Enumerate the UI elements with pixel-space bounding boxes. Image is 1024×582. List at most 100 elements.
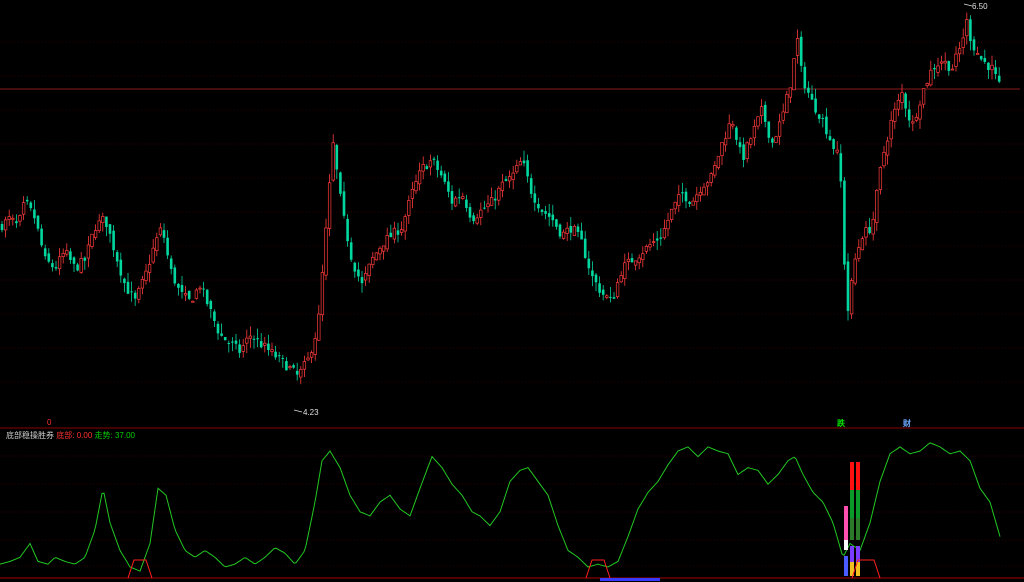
candle-body-down	[580, 230, 583, 240]
candle-body-down	[803, 66, 807, 89]
candle-body-down	[223, 337, 227, 341]
candle-body-down	[799, 36, 803, 66]
candle-body-down	[259, 341, 263, 348]
candle-body-down	[346, 218, 349, 242]
candle-body-up	[515, 165, 519, 173]
candle-body-down	[83, 257, 87, 261]
candle-body-down	[25, 199, 29, 202]
candle-body-down	[742, 144, 745, 160]
candle-body-up	[702, 186, 706, 196]
candle-body-down	[868, 226, 871, 234]
candle-body-up	[615, 282, 620, 298]
candle-body-down	[285, 361, 288, 371]
candle-body-down	[987, 62, 990, 71]
candle-body-up	[666, 219, 670, 230]
candle-body-up	[716, 156, 721, 168]
signal-bar-white	[844, 540, 848, 550]
candle-body-down	[771, 138, 774, 143]
candle-body-up	[641, 253, 645, 260]
candle-body-down	[227, 342, 231, 344]
signal-bar-green	[850, 490, 854, 518]
candle-body-up	[623, 262, 627, 279]
candle-body-down	[983, 58, 987, 62]
candle-body-down	[353, 262, 357, 272]
indicator-name: 底部稳操胜券	[6, 431, 54, 440]
candle-body-down	[40, 228, 43, 246]
signal-bar-red	[850, 462, 854, 490]
low-pointer	[293, 409, 303, 413]
candle-body-down	[76, 264, 79, 271]
candle-body-up	[950, 68, 955, 71]
candle-body-up	[925, 83, 929, 86]
candle-body-up	[158, 227, 163, 236]
candle-body-down	[47, 253, 51, 262]
candle-body-down	[601, 289, 605, 295]
candle-body-down	[15, 221, 18, 224]
candle-body-up	[86, 244, 91, 259]
signal-bar-darkgreen	[850, 518, 854, 540]
candle-body-up	[453, 197, 458, 207]
candle-body-down	[526, 160, 529, 177]
candle-body-down	[267, 343, 270, 351]
candle-body-down	[933, 67, 936, 70]
candle-body-up	[788, 87, 793, 98]
candle-body-down	[843, 180, 846, 265]
trend-label: 走势:	[94, 431, 113, 440]
candle-body-down	[735, 127, 738, 140]
candle-body-down	[43, 248, 47, 257]
candle-body-up	[270, 349, 274, 352]
candle-body-up	[990, 64, 994, 71]
candle-body-up	[57, 256, 62, 270]
candle-body-up	[918, 104, 922, 120]
candle-body-down	[832, 139, 835, 149]
candle-body-down	[187, 290, 191, 299]
candle-body-up	[403, 216, 407, 232]
candle-body-up	[248, 335, 253, 339]
candle-body-down	[994, 67, 997, 75]
candle-body-up	[727, 123, 731, 139]
candle-body-up	[7, 216, 11, 220]
candle-body-down	[537, 203, 540, 209]
candle-body-down	[659, 237, 663, 239]
candle-body-up	[489, 197, 494, 206]
candle-body-up	[324, 227, 328, 276]
marker-zero: 0	[47, 418, 52, 427]
candle-body-up	[781, 111, 785, 121]
candle-body-down	[558, 224, 562, 237]
candle-body-up	[518, 161, 523, 166]
candle-body-down	[238, 344, 241, 353]
candle-body-down	[432, 158, 436, 160]
candle-body-up	[263, 342, 267, 346]
candle-body-down	[274, 351, 277, 358]
candle-body-up	[619, 275, 623, 283]
candle-body-down	[821, 118, 825, 120]
candle-body-up	[723, 138, 728, 146]
candle-body-down	[425, 166, 429, 170]
candle-body-up	[11, 217, 15, 220]
indicator-header: 底部稳操胜券 底部: 0.00 走势: 37.00	[6, 430, 135, 441]
candle-body-up	[399, 229, 404, 233]
candle-body-up	[417, 170, 422, 185]
candle-body-down	[904, 93, 907, 109]
candle-body-down	[544, 211, 547, 214]
candlesticks	[0, 12, 1001, 385]
candle-body-down	[738, 142, 742, 148]
marker-cai: 财	[903, 419, 911, 428]
candle-body-down	[681, 192, 684, 194]
candle-body-down	[220, 333, 223, 336]
candle-body-down	[292, 365, 295, 368]
candle-body-down	[130, 291, 133, 293]
candle-body-up	[605, 295, 609, 298]
candle-body-up	[479, 209, 483, 218]
candle-body-up	[414, 181, 418, 192]
signal-bars	[600, 462, 860, 581]
candle-body-down	[173, 267, 177, 284]
candle-body-down	[277, 355, 281, 357]
signal-bar-red	[856, 462, 860, 490]
candle-body-down	[339, 172, 342, 194]
candle-body-down	[389, 232, 393, 238]
candle-body-down	[817, 114, 821, 119]
candle-body-up	[461, 196, 465, 199]
candle-body-down	[472, 215, 475, 222]
candle-body-up	[309, 352, 314, 358]
